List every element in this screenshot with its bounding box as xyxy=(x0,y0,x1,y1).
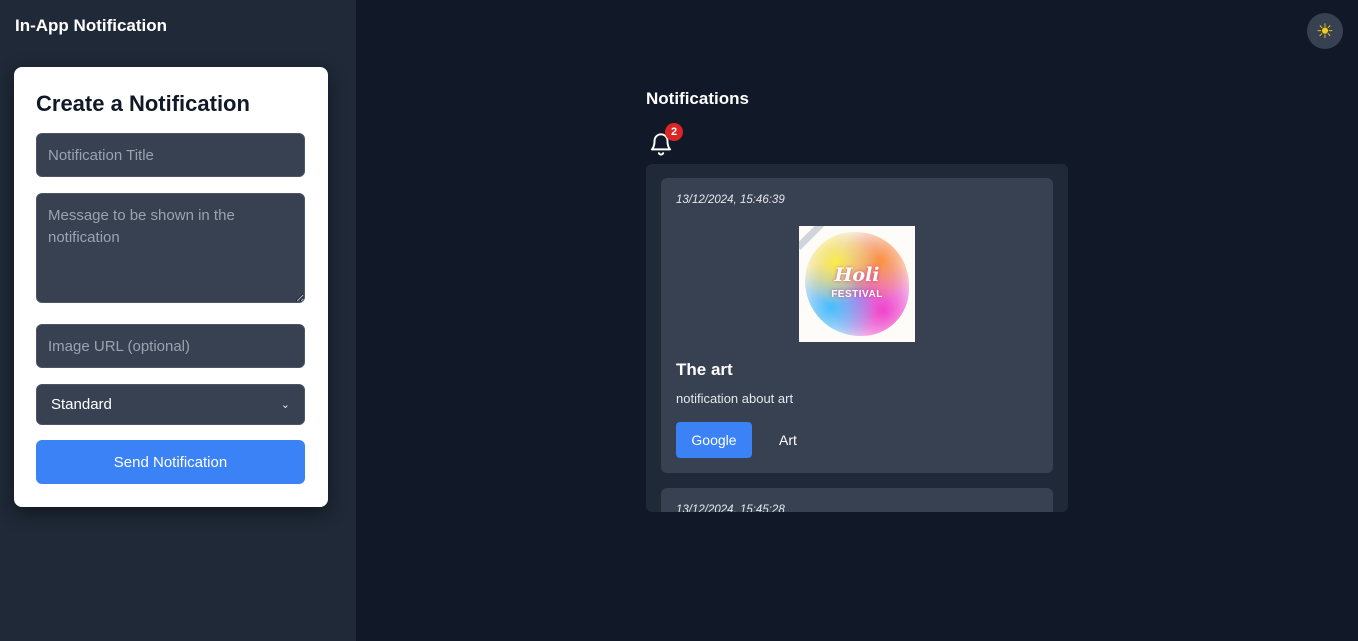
notification-message: notification about art xyxy=(676,391,794,406)
notification-card: 13/12/2024, 15:45:28 xyxy=(661,488,1053,512)
notification-title-input[interactable] xyxy=(36,133,305,177)
notification-timestamp: 13/12/2024, 15:46:39 xyxy=(676,194,785,206)
create-notification-form: Create a Notification Standard ⌄ Send No… xyxy=(14,67,328,507)
notifications-heading: Notifications xyxy=(646,89,749,108)
sun-icon: ☀ xyxy=(1316,20,1334,43)
app-title: In-App Notification xyxy=(15,16,168,35)
art-action-button[interactable]: Art xyxy=(765,422,811,458)
notification-type-value: Standard xyxy=(51,396,112,413)
notification-type-select[interactable]: Standard ⌄ xyxy=(36,384,305,425)
image-title-text: Holi xyxy=(834,264,880,286)
notification-message-textarea[interactable] xyxy=(36,193,305,303)
theme-toggle-button[interactable]: ☀ xyxy=(1307,13,1343,49)
send-notification-button[interactable]: Send Notification xyxy=(36,440,305,484)
notification-list[interactable]: 13/12/2024, 15:46:39 Holi FESTIVAL The a… xyxy=(646,164,1068,512)
google-action-button[interactable]: Google xyxy=(676,422,752,458)
sidebar: In-App Notification Create a Notificatio… xyxy=(0,0,356,641)
notification-bell-button[interactable]: 2 xyxy=(646,123,686,159)
form-heading: Create a Notification xyxy=(36,91,250,116)
notification-image: Holi FESTIVAL xyxy=(799,226,915,342)
chevron-down-icon: ⌄ xyxy=(280,399,290,411)
notification-count-badge: 2 xyxy=(665,123,683,141)
notification-timestamp: 13/12/2024, 15:45:28 xyxy=(676,504,785,512)
notification-title: The art xyxy=(676,360,733,379)
image-url-input[interactable] xyxy=(36,324,305,368)
notification-card: 13/12/2024, 15:46:39 Holi FESTIVAL The a… xyxy=(661,178,1053,473)
image-subtitle-text: FESTIVAL xyxy=(831,289,883,300)
